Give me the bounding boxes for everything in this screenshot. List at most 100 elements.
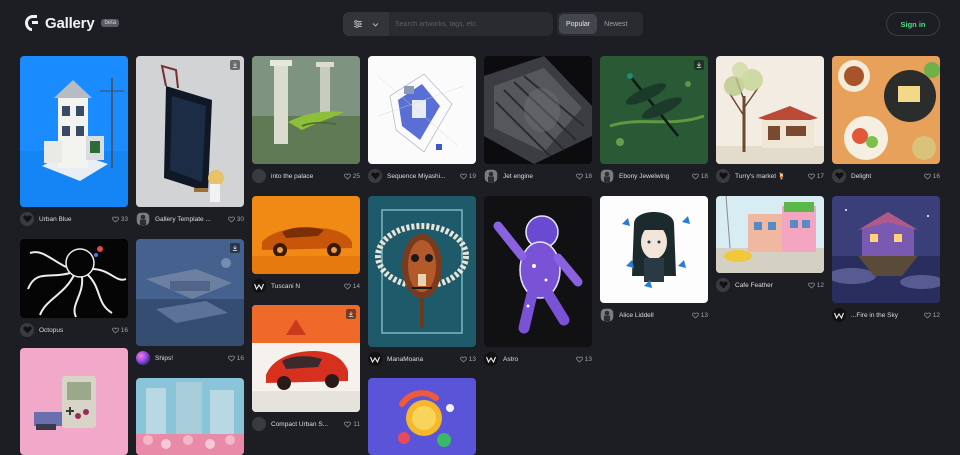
- artwork-title[interactable]: Alice Liddell: [619, 312, 688, 319]
- artwork-card[interactable]: [368, 378, 476, 455]
- like-count[interactable]: 16: [923, 173, 940, 180]
- author-avatar[interactable]: [136, 351, 150, 365]
- author-avatar[interactable]: [832, 169, 846, 183]
- artwork-card[interactable]: Delight 16: [832, 56, 940, 184]
- artwork-title[interactable]: Ships!: [155, 355, 224, 362]
- artwork-title[interactable]: Sequence Miyashi...: [387, 173, 456, 180]
- logo[interactable]: Gallery beta: [24, 14, 120, 32]
- author-avatar[interactable]: [484, 169, 498, 183]
- artwork-title[interactable]: Compact Urban S...: [271, 421, 340, 428]
- artwork-card[interactable]: ...Fire in the Sky 12: [832, 196, 940, 326]
- author-avatar[interactable]: [136, 212, 150, 226]
- artwork-card[interactable]: ManaMoana 13: [368, 196, 476, 369]
- artwork-title[interactable]: Jet engine: [503, 173, 572, 180]
- like-count[interactable]: 19: [459, 173, 476, 180]
- artwork-thumbnail[interactable]: [252, 56, 360, 164]
- author-avatar[interactable]: [832, 308, 846, 322]
- artwork-thumbnail[interactable]: [832, 196, 940, 303]
- save-badge[interactable]: [230, 243, 240, 253]
- artwork-thumbnail[interactable]: [136, 378, 244, 455]
- artwork-thumbnail[interactable]: [832, 56, 940, 164]
- artwork-card[interactable]: Octopus 16: [20, 239, 128, 339]
- artwork-card[interactable]: Tuscani N 14: [252, 196, 360, 296]
- artwork-title[interactable]: Delight: [851, 173, 920, 180]
- artwork-thumbnail[interactable]: [136, 56, 244, 207]
- author-avatar[interactable]: [716, 169, 730, 183]
- author-avatar[interactable]: [20, 323, 34, 337]
- like-count[interactable]: 12: [807, 282, 824, 289]
- sort-popular-button[interactable]: Popular: [559, 14, 598, 34]
- like-count[interactable]: 13: [459, 356, 476, 363]
- like-count[interactable]: 12: [923, 312, 940, 319]
- author-avatar[interactable]: [368, 352, 382, 366]
- artwork-title[interactable]: Tuscani N: [271, 283, 340, 290]
- artwork-thumbnail[interactable]: [484, 56, 592, 164]
- like-count[interactable]: 16: [227, 355, 244, 362]
- artwork-title[interactable]: ...Fire in the Sky: [851, 312, 920, 319]
- save-badge[interactable]: [230, 60, 240, 70]
- like-count[interactable]: 17: [807, 173, 824, 180]
- like-count[interactable]: 18: [575, 173, 592, 180]
- author-avatar[interactable]: [600, 308, 614, 322]
- artwork-title[interactable]: into the palace: [271, 173, 340, 180]
- artwork-title[interactable]: Gallery Template ...: [155, 216, 224, 223]
- artwork-thumbnail[interactable]: [368, 378, 476, 455]
- search-input[interactable]: [389, 12, 553, 36]
- author-avatar[interactable]: [600, 169, 614, 183]
- like-count[interactable]: 25: [343, 173, 360, 180]
- author-avatar[interactable]: [252, 279, 266, 293]
- artwork-thumbnail[interactable]: [716, 56, 824, 164]
- artwork-thumbnail[interactable]: [136, 239, 244, 346]
- like-count[interactable]: 18: [691, 173, 708, 180]
- author-avatar[interactable]: [252, 169, 266, 183]
- artwork-thumbnail[interactable]: [368, 196, 476, 347]
- like-count[interactable]: 16: [111, 327, 128, 334]
- author-avatar[interactable]: [484, 352, 498, 366]
- artwork-title[interactable]: ManaMoana: [387, 356, 456, 363]
- author-avatar[interactable]: [368, 169, 382, 183]
- artwork-title[interactable]: Urban Blue: [39, 216, 108, 223]
- save-badge[interactable]: [346, 309, 356, 319]
- artwork-card[interactable]: Gallery Template ... 30: [136, 56, 244, 228]
- like-count[interactable]: 30: [227, 216, 244, 223]
- artwork-thumbnail[interactable]: [368, 56, 476, 164]
- artwork-title[interactable]: Cafe Feather: [735, 282, 804, 289]
- artwork-thumbnail[interactable]: [716, 196, 824, 273]
- author-avatar[interactable]: [716, 278, 730, 292]
- artwork-card[interactable]: Jet engine 18: [484, 56, 592, 184]
- like-count[interactable]: 11: [344, 421, 360, 428]
- artwork-card[interactable]: [136, 378, 244, 455]
- artwork-card[interactable]: Ebony Jewelwing 18: [600, 56, 708, 184]
- artwork-card[interactable]: Ships! 16: [136, 239, 244, 367]
- artwork-card[interactable]: Compact Urban S... 11: [252, 305, 360, 433]
- artwork-card[interactable]: Urban Blue 33: [20, 56, 128, 228]
- artwork-thumbnail[interactable]: [252, 305, 360, 412]
- artwork-card[interactable]: Alice Liddell 13: [600, 196, 708, 326]
- artwork-title[interactable]: Octopus: [39, 327, 108, 334]
- artwork-card[interactable]: Turry's market 🍹 17: [716, 56, 824, 184]
- artwork-card[interactable]: into the palace 25: [252, 56, 360, 184]
- save-badge[interactable]: [694, 60, 704, 70]
- artwork-thumbnail[interactable]: [20, 348, 128, 455]
- like-count[interactable]: 13: [691, 312, 708, 319]
- filter-button[interactable]: [343, 12, 389, 36]
- artwork-thumbnail[interactable]: [20, 56, 128, 207]
- artwork-card[interactable]: Cafe Feather 12: [716, 196, 824, 294]
- artwork-thumbnail[interactable]: [20, 239, 128, 318]
- sort-newest-button[interactable]: Newest: [597, 14, 634, 34]
- like-count[interactable]: 14: [343, 283, 360, 290]
- artwork-card[interactable]: Sequence Miyashi... 19: [368, 56, 476, 184]
- artwork-thumbnail[interactable]: [252, 196, 360, 274]
- artwork-title[interactable]: Turry's market 🍹: [735, 172, 804, 180]
- artwork-title[interactable]: Astro: [503, 356, 572, 363]
- artwork-card[interactable]: Astro 13: [484, 196, 592, 369]
- like-count[interactable]: 13: [575, 356, 592, 363]
- author-avatar[interactable]: [20, 212, 34, 226]
- author-avatar[interactable]: [252, 417, 266, 431]
- artwork-thumbnail[interactable]: [600, 196, 708, 303]
- artwork-thumbnail[interactable]: [600, 56, 708, 164]
- sign-in-button[interactable]: Sign in: [886, 12, 940, 36]
- artwork-title[interactable]: Ebony Jewelwing: [619, 173, 688, 180]
- artwork-thumbnail[interactable]: [484, 196, 592, 347]
- like-count[interactable]: 33: [111, 216, 128, 223]
